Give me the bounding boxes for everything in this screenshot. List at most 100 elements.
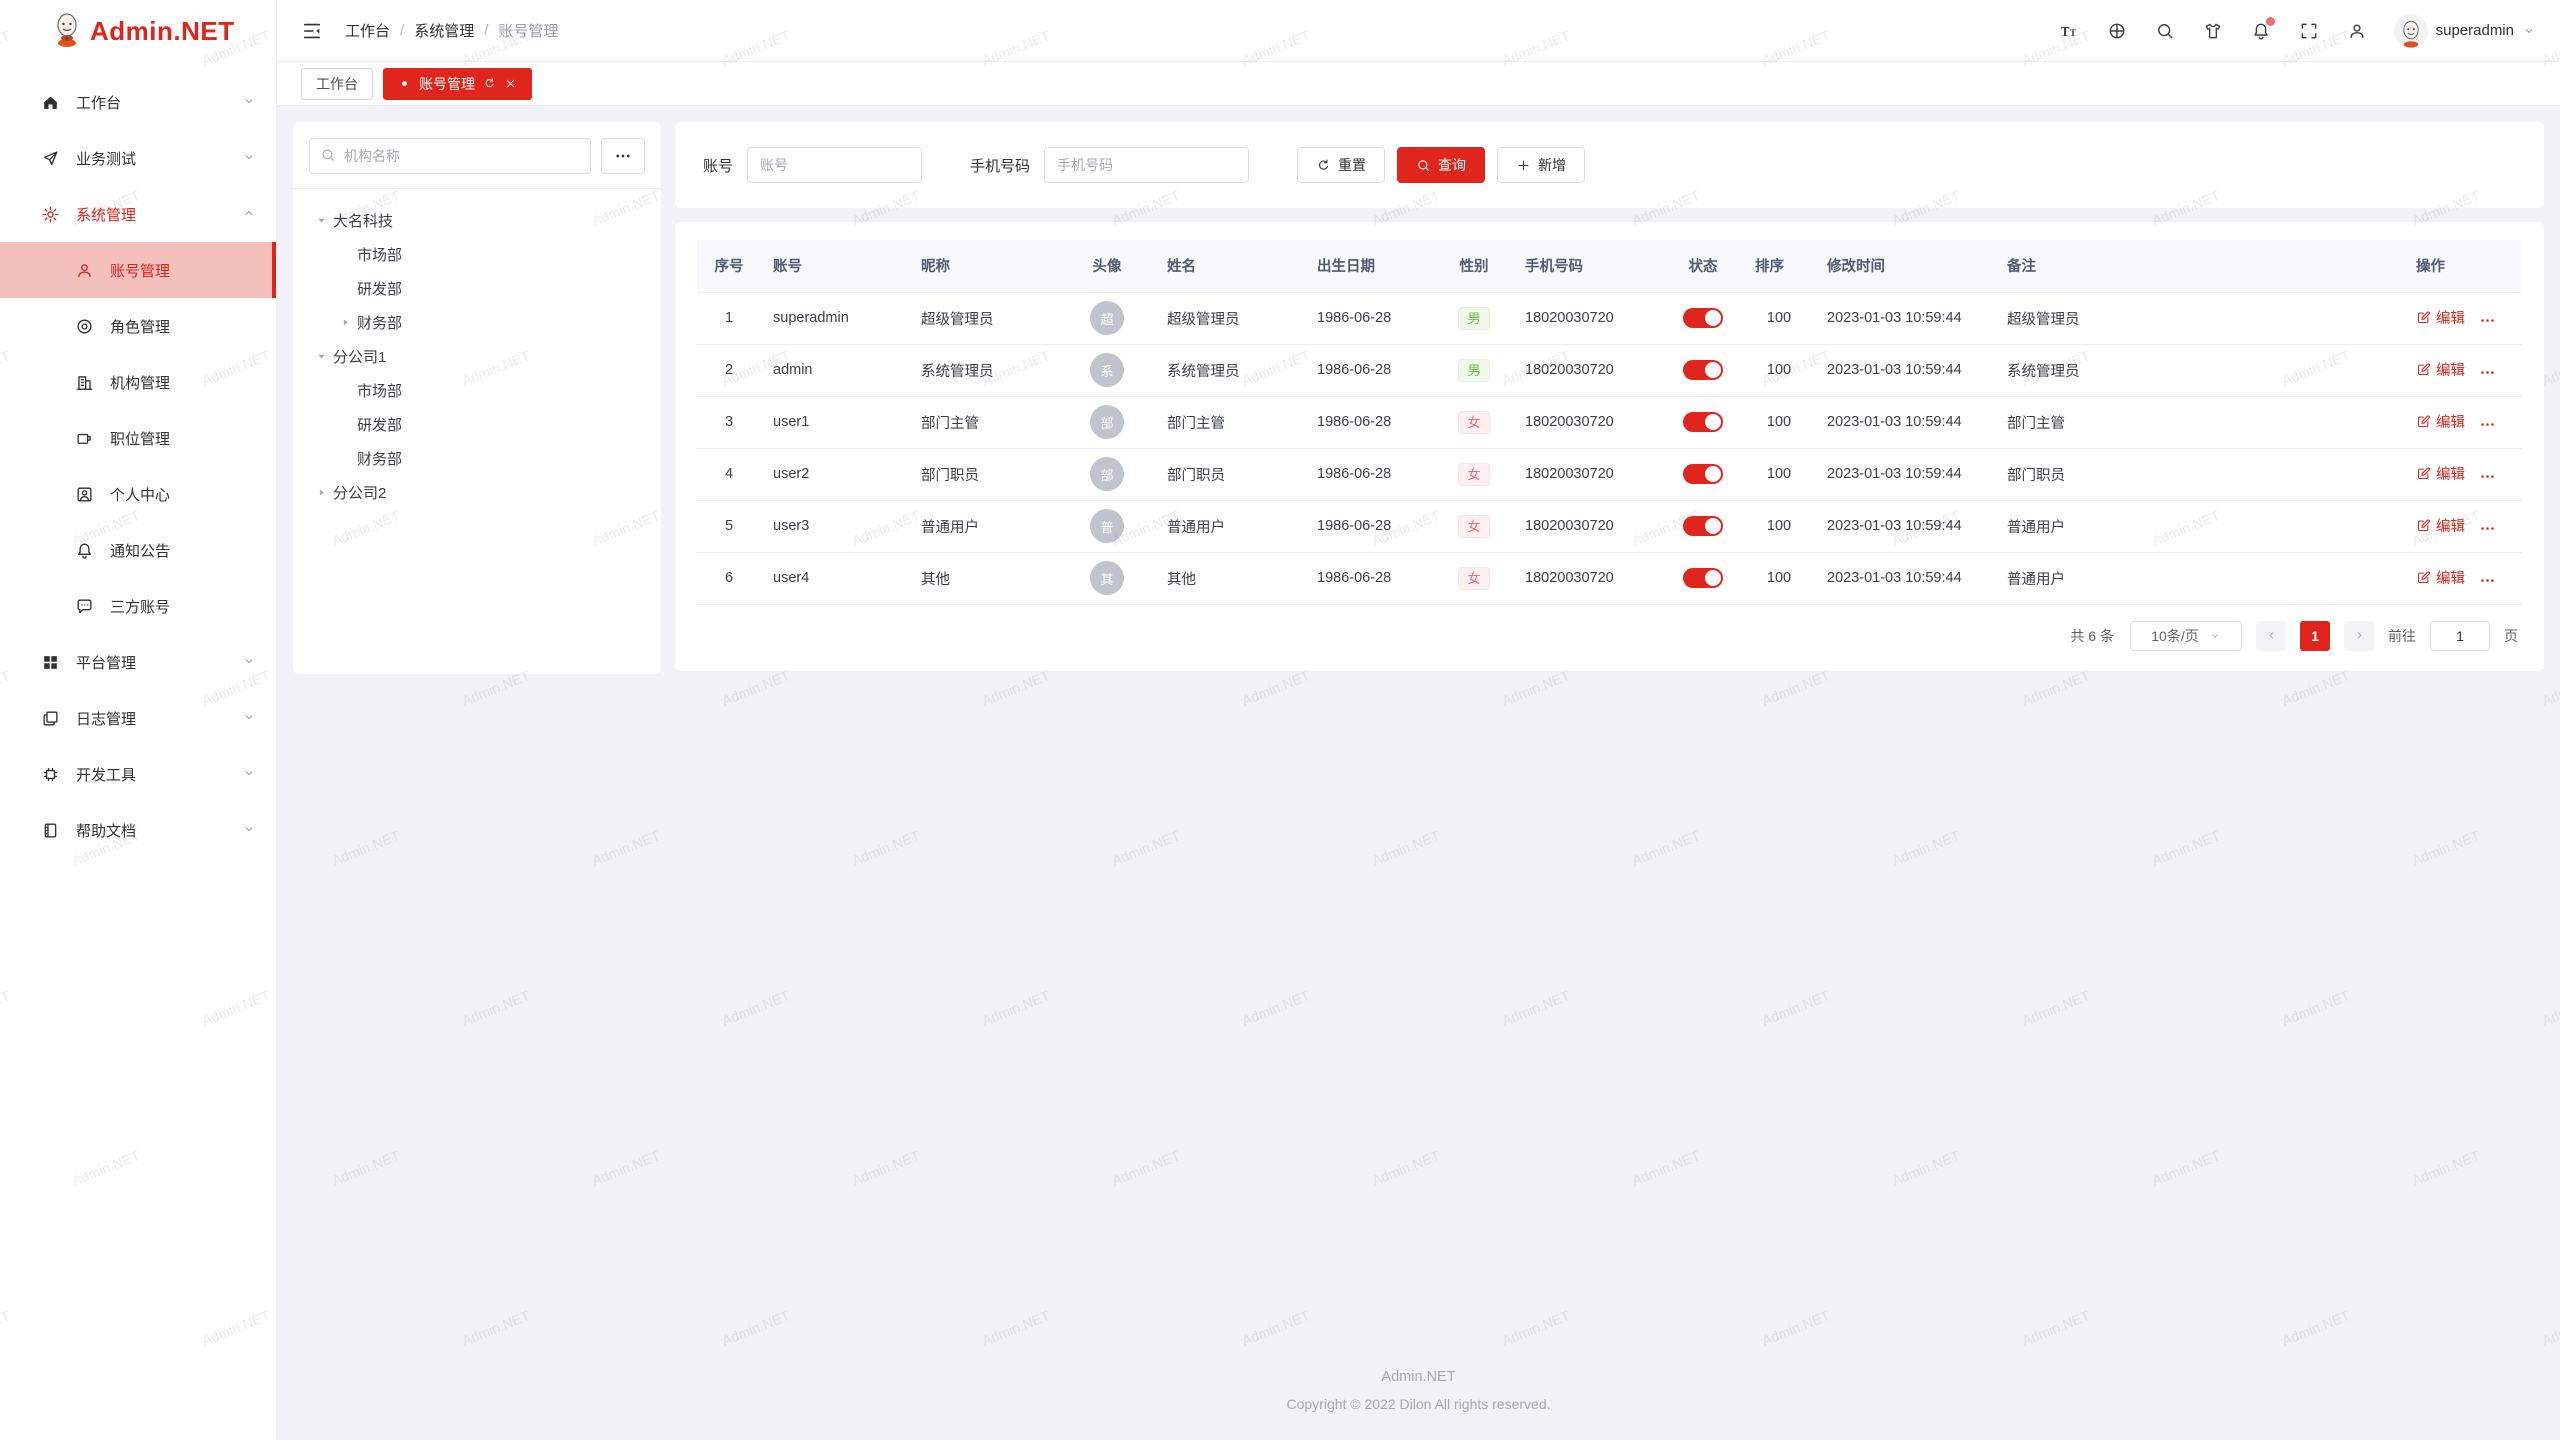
more-actions-button[interactable] xyxy=(2479,572,2496,589)
org-search-box[interactable] xyxy=(309,138,591,174)
fullscreen-icon[interactable] xyxy=(2298,20,2320,42)
breadcrumb-item-1[interactable]: 系统管理 xyxy=(414,20,474,41)
user-icon[interactable] xyxy=(2346,20,2368,42)
tree-node-0[interactable]: 大名科技 xyxy=(301,203,653,237)
sidebar-item-5[interactable]: 开发工具 xyxy=(0,746,276,802)
account-input[interactable] xyxy=(747,147,922,183)
page-number-1[interactable]: 1 xyxy=(2300,621,2330,651)
tree-node-5[interactable]: 市场部 xyxy=(301,373,653,407)
page-size-select[interactable]: 10条/页 xyxy=(2130,621,2242,651)
menu-fold-icon[interactable] xyxy=(301,18,327,44)
sidebar-subitem-5[interactable]: 通知公告 xyxy=(0,522,276,578)
cell-order: 100 xyxy=(1743,396,1815,448)
reset-button[interactable]: 重置 xyxy=(1297,147,1385,183)
phone-input[interactable] xyxy=(1044,147,1249,183)
status-toggle[interactable] xyxy=(1683,412,1723,432)
sidebar-item-6[interactable]: 帮助文档 xyxy=(0,802,276,858)
sidebar-subitem-1[interactable]: 角色管理 xyxy=(0,298,276,354)
tree-node-2[interactable]: 研发部 xyxy=(301,271,653,305)
sidebar-item-1[interactable]: 业务测试 xyxy=(0,130,276,186)
cell-birthday: 1986-06-28 xyxy=(1305,292,1435,344)
app-logo[interactable]: Admin.NET xyxy=(0,0,276,62)
sidebar-menu: 工作台业务测试系统管理账号管理角色管理机构管理职位管理个人中心通知公告三方账号平… xyxy=(0,62,276,1440)
search-icon[interactable] xyxy=(2154,20,2176,42)
more-actions-button[interactable] xyxy=(2479,312,2496,329)
sidebar-item-4[interactable]: 日志管理 xyxy=(0,690,276,746)
edit-button[interactable]: 编辑 xyxy=(2416,411,2465,432)
language-icon[interactable] xyxy=(2106,20,2128,42)
sidebar-subitem-6[interactable]: 三方账号 xyxy=(0,578,276,634)
cell-account: user3 xyxy=(761,500,909,552)
theme-icon[interactable] xyxy=(2202,20,2224,42)
caret-down-icon[interactable] xyxy=(309,344,333,368)
breadcrumb-separator: / xyxy=(484,22,488,39)
close-icon[interactable] xyxy=(504,77,517,90)
caret-right-icon[interactable] xyxy=(333,310,357,334)
cell-name: 超级管理员 xyxy=(1155,292,1305,344)
cell-nickname: 部门职员 xyxy=(909,448,1059,500)
tree-node-1[interactable]: 市场部 xyxy=(301,237,653,271)
org-search-input[interactable] xyxy=(344,148,580,164)
goto-page-input[interactable] xyxy=(2430,621,2490,651)
sidebar-subitem-2[interactable]: 机构管理 xyxy=(0,354,276,410)
sidebar-item-0[interactable]: 工作台 xyxy=(0,74,276,130)
status-toggle[interactable] xyxy=(1683,308,1723,328)
query-button[interactable]: 查询 xyxy=(1397,147,1485,183)
sidebar-item-3[interactable]: 平台管理 xyxy=(0,634,276,690)
gender-tag: 女 xyxy=(1458,567,1489,590)
status-toggle[interactable] xyxy=(1683,464,1723,484)
cell-phone: 18020030720 xyxy=(1513,344,1663,396)
edit-button[interactable]: 编辑 xyxy=(2416,567,2465,588)
page-size-value: 10条/页 xyxy=(2151,626,2198,646)
edit-button[interactable]: 编辑 xyxy=(2416,307,2465,328)
tree-node-4[interactable]: 分公司1 xyxy=(301,339,653,373)
sidebar-subitem-label: 个人中心 xyxy=(110,484,256,505)
cell-remark: 普通用户 xyxy=(1995,552,2404,604)
tree-node-8[interactable]: 分公司2 xyxy=(301,475,653,509)
tab-0[interactable]: 工作台 xyxy=(301,68,373,100)
tree-node-3[interactable]: 财务部 xyxy=(301,305,653,339)
more-actions-button[interactable] xyxy=(2479,520,2496,537)
more-actions-button[interactable] xyxy=(2479,468,2496,485)
cell-name: 其他 xyxy=(1155,552,1305,604)
cell-remark: 系统管理员 xyxy=(1995,344,2404,396)
tab-1[interactable]: 账号管理 xyxy=(383,68,532,100)
status-toggle[interactable] xyxy=(1683,360,1723,380)
search-icon xyxy=(320,147,336,166)
caret-down-icon[interactable] xyxy=(309,208,333,232)
tree-node-6[interactable]: 研发部 xyxy=(301,407,653,441)
more-actions-button[interactable] xyxy=(2479,364,2496,381)
tree-more-button[interactable] xyxy=(601,138,645,174)
tree-node-label: 财务部 xyxy=(357,448,402,469)
font-size-icon[interactable]: TT xyxy=(2058,20,2080,42)
edit-label: 编辑 xyxy=(2436,411,2465,432)
chip-icon xyxy=(38,762,62,786)
sidebar-item-2[interactable]: 系统管理 xyxy=(0,186,276,242)
status-toggle[interactable] xyxy=(1683,568,1723,588)
notification-icon[interactable] xyxy=(2250,20,2272,42)
sidebar-subitem-4[interactable]: 个人中心 xyxy=(0,466,276,522)
more-actions-button[interactable] xyxy=(2479,416,2496,433)
prev-page-button[interactable] xyxy=(2256,621,2286,651)
sidebar-subitem-0[interactable]: 账号管理 xyxy=(0,242,276,298)
user-icon xyxy=(72,258,96,282)
sidebar-item-label: 工作台 xyxy=(76,92,242,113)
edit-button[interactable]: 编辑 xyxy=(2416,463,2465,484)
cell-nickname: 部门主管 xyxy=(909,396,1059,448)
edit-button[interactable]: 编辑 xyxy=(2416,359,2465,380)
status-toggle[interactable] xyxy=(1683,516,1723,536)
caret-placeholder xyxy=(333,412,357,436)
query-button-label: 查询 xyxy=(1438,155,1466,175)
caret-right-icon[interactable] xyxy=(309,480,333,504)
edit-icon xyxy=(2416,362,2431,377)
next-page-button[interactable] xyxy=(2344,621,2374,651)
user-menu[interactable]: superadmin xyxy=(2394,14,2536,48)
cell-gender: 女 xyxy=(1435,448,1513,500)
sidebar-item-label: 系统管理 xyxy=(76,204,242,225)
breadcrumb-item-0[interactable]: 工作台 xyxy=(345,20,390,41)
sidebar-subitem-3[interactable]: 职位管理 xyxy=(0,410,276,466)
tree-node-7[interactable]: 财务部 xyxy=(301,441,653,475)
refresh-icon[interactable] xyxy=(483,77,496,90)
edit-button[interactable]: 编辑 xyxy=(2416,515,2465,536)
add-button[interactable]: 新增 xyxy=(1497,147,1585,183)
